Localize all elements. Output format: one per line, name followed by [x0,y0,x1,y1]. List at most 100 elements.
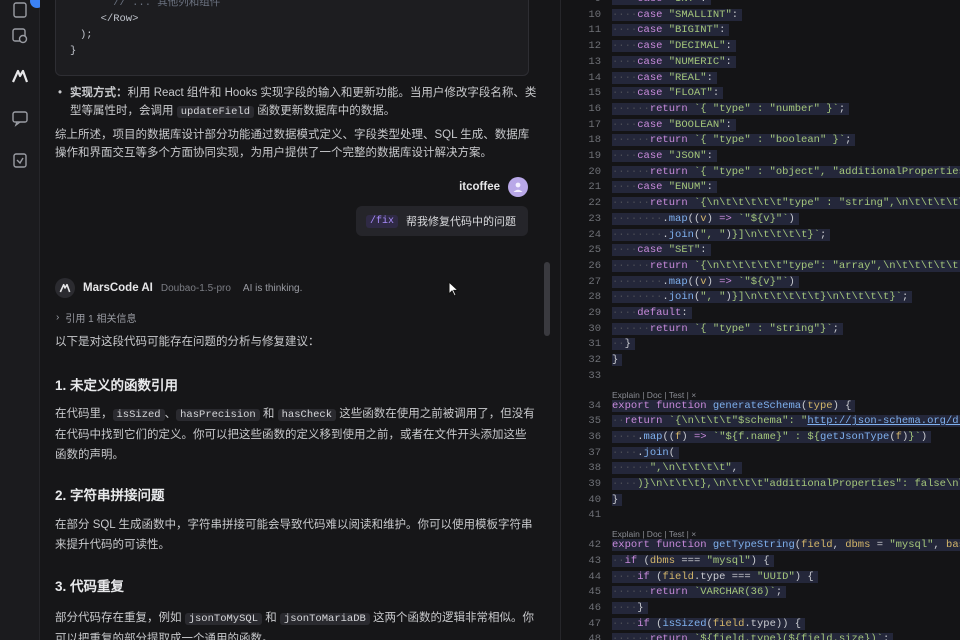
code-line: </Row> [88,13,139,25]
references-label: 引用 1 相关信息 [65,314,137,325]
user-name: itcoffee [459,181,500,193]
code-line[interactable]: ········.join(", ")}]\n\t\t\t\t}`; [612,228,831,241]
code-line[interactable]: ····if (field.type === "UUID") { [612,570,818,583]
inline-code: hasCheck [277,409,337,421]
section-paragraph: 部分代码存在重复，例如 jsonToMySQL 和 jsonToMariaDB … [55,608,535,640]
code-line: } [70,45,77,57]
code-line[interactable]: ······return `{\n\t\t\t\t\t"type" : "str… [612,197,960,210]
chevron-right-icon: › [56,312,60,323]
inline-code: isSized [112,409,165,421]
code-line[interactable]: ········.map((v) => `"${v}"`) [612,212,799,225]
section-heading: 2. 字符串拼接问题 [55,488,165,503]
code-line[interactable]: ····case "SMALLINT": [612,8,743,21]
line-number: 11 [588,24,601,37]
paragraph-text: 和 [259,408,278,420]
code-line[interactable]: ······return `{ "type" : "object", "addi… [612,165,960,178]
extensions-icon[interactable] [10,26,30,46]
code-line[interactable]: } [612,354,623,367]
assistant-name: MarsCode AI [83,282,153,294]
code-line[interactable]: ····case "FLOAT": [612,87,724,100]
user-message-bubble: /fix 帮我修复代码中的问题 [355,206,528,236]
user-header: itcoffee [459,177,528,197]
code-line[interactable]: ····case "DECIMAL": [612,40,736,53]
line-number: 41 [588,509,601,522]
codelens-actions[interactable]: Explain | Doc | Test | × [612,390,696,400]
code-line[interactable]: ····} [612,601,648,614]
section-heading: 3. 代码重复 [55,579,125,594]
code-line: ); [80,29,93,41]
code-line[interactable]: ····case "JSON": [612,150,717,162]
code-line[interactable]: ··} [612,338,635,351]
code-line[interactable]: ······return `{ "type" : "number" }`; [612,102,850,115]
code-line[interactable]: ······return `{\n\t\t\t\t\t"type": "arra… [612,259,960,272]
code-line[interactable]: ····case "BIGINT": [612,24,730,37]
line-number: 35 [588,415,601,428]
chat-scrollbar[interactable] [544,262,550,336]
code-editor[interactable]: 9 10 11 12 13 14 15 16 17 18 19 20 21 22 23 24 25 26 27 28 2… [560,0,960,640]
user-message: 帮我修复代码中的问题 [406,216,516,228]
fix-command-tag: /fix [365,214,398,228]
code-line[interactable]: ····case "NUMERIC": [612,55,736,68]
line-number: 47 [588,617,601,630]
line-number: 27 [588,275,601,288]
bullet-item: 实现方式：利用 React 组件和 Hooks 实现字段的输入和更新功能。当用户… [58,84,540,121]
references-toggle[interactable]: › 引用 1 相关信息 [56,310,136,325]
line-number: 23 [588,212,601,225]
code-line[interactable]: ····case "INT": [612,0,711,5]
paragraph-text: 和 [262,612,280,624]
code-line[interactable]: ····case "BOOLEAN": [612,118,736,131]
mouse-cursor-icon [448,281,460,297]
line-number: 44 [588,570,601,583]
line-number: 46 [588,601,601,614]
line-number: 29 [588,307,601,319]
code-line[interactable]: ······",\n\t\t\t\t", [612,462,743,475]
section-paragraph: 在部分 SQL 生成函数中，字符串拼接可能会导致代码难以阅读和维护。你可以使用模… [55,519,533,551]
line-number: 14 [588,71,601,84]
codelens-actions[interactable]: Explain | Doc | Test | × [612,529,696,539]
code-line[interactable]: export function generateSchema(type) { [612,399,856,412]
model-name: Doubao-1.5-pro [160,282,231,294]
line-number: 10 [588,8,601,21]
code-line[interactable]: ····case "SET": [612,244,711,257]
line-number: 30 [588,322,601,335]
inline-code: hasPrecision [176,409,260,421]
line-number: 42 [588,539,601,552]
paragraph-text: 在代码里， [55,408,113,420]
code-line[interactable]: ····.join( [612,446,680,459]
code-line[interactable]: ··if (dbms === "mysql") { [612,554,774,567]
marscode-icon[interactable] [10,66,30,86]
code-line[interactable]: } [612,493,623,506]
line-number: 19 [588,150,601,162]
line-number: 39 [588,478,601,490]
line-number: 15 [588,87,601,100]
code-line[interactable]: ········.map((v) => `"${v}"`) [612,275,799,288]
chat-icon[interactable] [10,108,30,128]
code-line[interactable]: ····case "ENUM": [612,181,717,194]
line-number: 20 [588,165,601,178]
paragraph-text: 部分代码存在重复，例如 [55,612,185,624]
clipboard-icon[interactable] [10,150,30,170]
code-line[interactable]: ········.join(", ")}]\n\t\t\t\t\t}\n\t\t… [612,291,913,304]
assistant-header: MarsCode AI Doubao-1.5-pro AI is thinkin… [55,278,302,298]
code-line[interactable]: ······return `${field.type}(${field.size… [612,633,894,640]
paragraph-text: 、 [164,408,177,420]
inline-code: updateField [176,106,255,118]
code-line[interactable]: ····case "REAL": [612,71,717,84]
code-line[interactable]: ····.map((f) => `"${f.name}" : ${getJson… [612,430,932,443]
user-avatar[interactable] [508,177,528,197]
code-line[interactable]: ··return `{\n\t\t\t"$schema": "http://js… [612,415,960,428]
code-line[interactable]: export function getTypeString(field, dbm… [612,539,960,552]
line-number: 13 [588,55,601,68]
code-line[interactable]: ····)}\n\t\t\t},\n\t\t\t"additionalPrope… [612,478,960,490]
line-number: 43 [588,554,601,567]
explorer-icon[interactable] [10,0,44,20]
code-line[interactable]: ······return `{ "type" : "boolean" }`; [612,134,856,147]
code-line[interactable]: ······return `{ "type" : "string"}`; [612,322,843,335]
code-line[interactable]: ······return `VARCHAR(36)`; [612,586,787,599]
code-line[interactable]: ····default: [612,307,692,319]
inline-code: jsonToMySQL [184,613,263,625]
code-line: // ... 其他列和组件 [88,0,221,9]
chat-panel: // ... 其他列和组件 </Row> ); } 实现方式：利用 React … [40,0,560,640]
code-line[interactable]: ····if (isSized(field.type)) { [612,617,806,630]
summary-text: 综上所述，项目的数据库设计部分功能通过数据模式定义、字段类型处理、SQL 生成、… [55,129,530,159]
